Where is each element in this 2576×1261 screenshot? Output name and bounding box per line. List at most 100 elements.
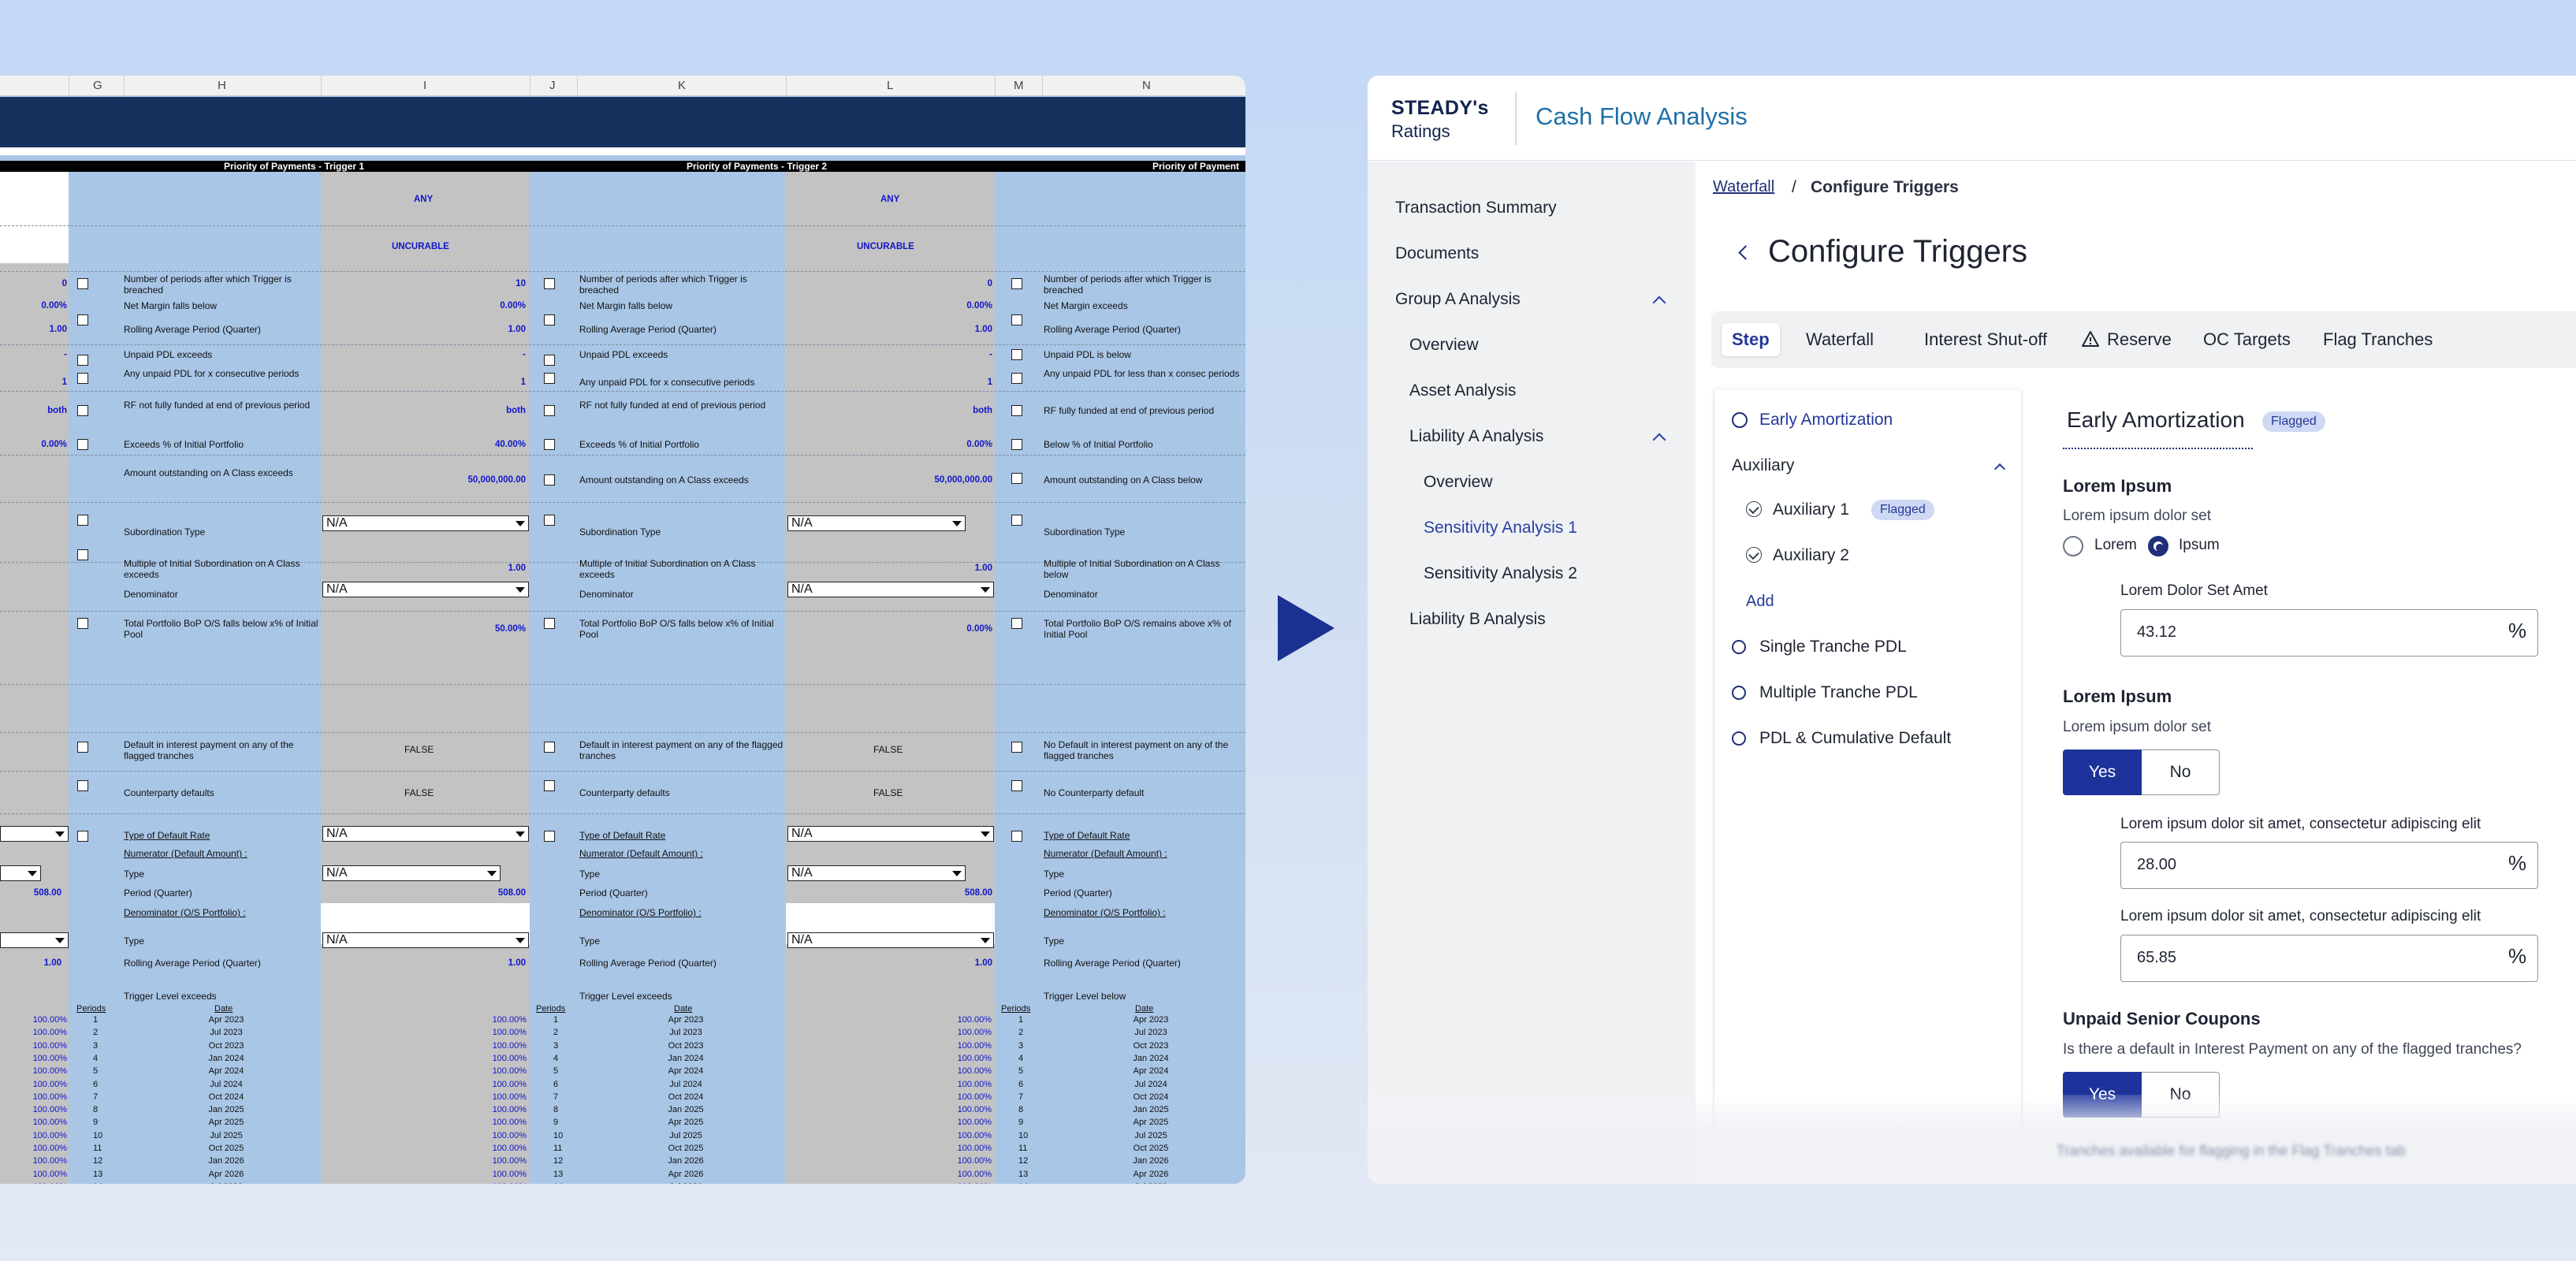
- trigger-checkbox[interactable]: [1011, 373, 1022, 384]
- sidebar-item-sensitivity-1[interactable]: Sensitivity Analysis 1: [1424, 519, 1577, 538]
- trigger-checkbox[interactable]: [77, 549, 88, 560]
- sidebar-item-transaction-summary[interactable]: Transaction Summary: [1395, 199, 1557, 218]
- trigger-checkbox[interactable]: [1011, 831, 1022, 842]
- left-dropdown[interactable]: [0, 826, 69, 842]
- trigger-checkbox[interactable]: [544, 314, 555, 325]
- trigger-checkbox[interactable]: [1011, 314, 1022, 325]
- step-radio[interactable]: [1732, 731, 1746, 746]
- schedule-percent[interactable]: 100.00%: [471, 1143, 527, 1155]
- sidebar-item-documents[interactable]: Documents: [1395, 244, 1479, 263]
- counterparty-value[interactable]: FALSE: [404, 787, 434, 798]
- trigger-checkbox[interactable]: [77, 618, 88, 629]
- left-dropdown[interactable]: [0, 932, 69, 948]
- schedule-percent[interactable]: 100.00%: [12, 1117, 67, 1129]
- column-label[interactable]: H: [218, 79, 226, 92]
- multiple-value[interactable]: 1.00: [321, 563, 526, 574]
- step-early-amortization[interactable]: Early Amortization: [1759, 411, 1893, 430]
- step-auxiliary[interactable]: Auxiliary: [1732, 456, 1794, 475]
- trigger-checkbox[interactable]: [544, 474, 555, 485]
- cell-value[interactable]: 1.00: [0, 324, 67, 335]
- back-arrow-icon[interactable]: [1738, 245, 1753, 260]
- subordination-dropdown[interactable]: N/A: [787, 515, 966, 531]
- step-single-tranche[interactable]: Single Tranche PDL: [1759, 638, 1907, 657]
- schedule-percent[interactable]: 100.00%: [936, 1027, 992, 1039]
- cell-value[interactable]: both: [0, 405, 67, 416]
- condition-value[interactable]: 1: [786, 377, 992, 388]
- trigger-checkbox[interactable]: [544, 780, 555, 791]
- step-radio[interactable]: [1732, 686, 1746, 700]
- schedule-percent[interactable]: 100.00%: [12, 1130, 67, 1142]
- trigger-checkbox[interactable]: [544, 373, 555, 384]
- tab-oc-targets[interactable]: OC Targets: [2203, 323, 2291, 356]
- schedule-percent[interactable]: 100.00%: [471, 1117, 527, 1129]
- schedule-percent[interactable]: 100.00%: [936, 1143, 992, 1155]
- denominator-dropdown[interactable]: N/A: [787, 582, 994, 597]
- trigger-checkbox[interactable]: [1011, 780, 1022, 791]
- schedule-percent[interactable]: 100.00%: [471, 1181, 527, 1184]
- schedule-percent[interactable]: 100.00%: [12, 1092, 67, 1103]
- step-pdl-cumulative[interactable]: PDL & Cumulative Default: [1759, 729, 1951, 748]
- schedule-percent[interactable]: 100.00%: [471, 1092, 527, 1103]
- percentage-input[interactable]: 28.00: [2120, 842, 2538, 889]
- trigger-checkbox[interactable]: [544, 742, 555, 753]
- trigger-checkbox[interactable]: [1011, 742, 1022, 753]
- cell-value[interactable]: 0.00%: [0, 439, 67, 450]
- trigger-checkbox[interactable]: [1011, 618, 1022, 629]
- sidebar-item-asset-analysis[interactable]: Asset Analysis: [1409, 381, 1516, 400]
- schedule-percent[interactable]: 100.00%: [471, 1040, 527, 1052]
- trigger-checkbox[interactable]: [1011, 278, 1022, 289]
- column-label[interactable]: I: [423, 79, 426, 92]
- condition-value[interactable]: 50,000,000.00: [321, 474, 526, 485]
- type-dropdown[interactable]: N/A: [787, 932, 994, 948]
- column-label[interactable]: M: [1014, 79, 1024, 92]
- trigger-checkbox[interactable]: [77, 780, 88, 791]
- condition-value[interactable]: 10: [321, 278, 526, 289]
- trigger-checkbox[interactable]: [1011, 515, 1022, 526]
- condition-value[interactable]: 1.00: [321, 324, 526, 335]
- trigger-checkbox[interactable]: [77, 373, 88, 384]
- chevron-up-icon[interactable]: [1652, 433, 1666, 447]
- condition-value[interactable]: 50,000,000.00: [786, 474, 992, 485]
- schedule-percent[interactable]: 100.00%: [471, 1104, 527, 1116]
- trigger-checkbox[interactable]: [77, 515, 88, 526]
- schedule-percent[interactable]: 100.00%: [936, 1066, 992, 1077]
- tab-reserve[interactable]: Reserve: [2107, 323, 2172, 356]
- schedule-percent[interactable]: 100.00%: [12, 1053, 67, 1065]
- condition-value[interactable]: -: [786, 349, 992, 360]
- default-rate-dropdown[interactable]: N/A: [322, 826, 529, 842]
- schedule-percent[interactable]: 100.00%: [471, 1066, 527, 1077]
- schedule-percent[interactable]: 100.00%: [936, 1117, 992, 1129]
- condition-value[interactable]: 0.00%: [321, 300, 526, 311]
- schedule-percent[interactable]: 100.00%: [12, 1027, 67, 1039]
- schedule-percent[interactable]: 100.00%: [12, 1079, 67, 1091]
- schedule-percent[interactable]: 100.00%: [471, 1027, 527, 1039]
- condition-value[interactable]: 1: [321, 377, 526, 388]
- tab-waterfall[interactable]: Waterfall: [1806, 323, 1874, 356]
- trigger-checkbox[interactable]: [544, 405, 555, 416]
- trigger-checkbox[interactable]: [1011, 405, 1022, 416]
- schedule-percent[interactable]: 100.00%: [471, 1053, 527, 1065]
- condition-value[interactable]: -: [321, 349, 526, 360]
- sidebar-item-overview[interactable]: Overview: [1409, 336, 1479, 355]
- dolor-amount-input[interactable]: 43.12: [2120, 609, 2538, 657]
- cell-value[interactable]: -: [0, 349, 67, 360]
- schedule-percent[interactable]: 100.00%: [471, 1130, 527, 1142]
- sidebar-item-liability-a[interactable]: Liability A Analysis: [1409, 427, 1543, 446]
- cell-value[interactable]: 0: [0, 278, 67, 289]
- schedule-percent[interactable]: 100.00%: [936, 1130, 992, 1142]
- column-label[interactable]: L: [887, 79, 893, 92]
- schedule-percent[interactable]: 100.00%: [12, 1104, 67, 1116]
- trigger-checkbox[interactable]: [544, 618, 555, 629]
- percentage-input[interactable]: 65.85: [2120, 935, 2538, 982]
- period-value[interactable]: 508.00: [321, 887, 526, 898]
- schedule-percent[interactable]: 100.00%: [936, 1014, 992, 1026]
- schedule-percent[interactable]: 100.00%: [12, 1155, 67, 1167]
- condition-value[interactable]: 40.00%: [321, 439, 526, 450]
- trigger-checkbox[interactable]: [544, 439, 555, 450]
- period-value[interactable]: 508.00: [786, 887, 992, 898]
- trigger-checkbox[interactable]: [77, 405, 88, 416]
- rolling-value[interactable]: 1.00: [321, 958, 526, 969]
- trigger-checkbox[interactable]: [77, 314, 88, 325]
- breadcrumb-waterfall[interactable]: Waterfall: [1713, 178, 1774, 196]
- step-auxiliary-1[interactable]: Auxiliary 1: [1773, 500, 1849, 519]
